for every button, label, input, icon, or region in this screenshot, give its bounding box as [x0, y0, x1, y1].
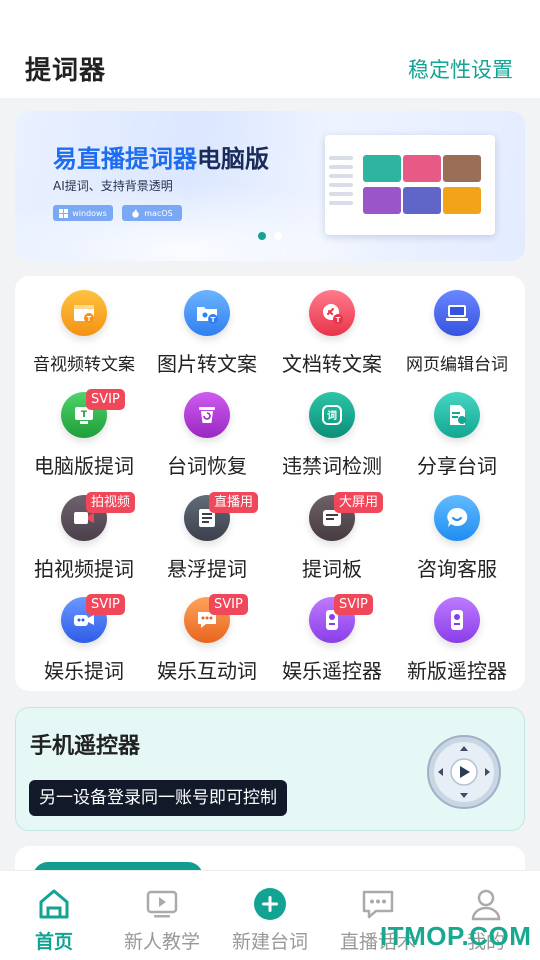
dpad-icon [427, 735, 501, 809]
tool-web-edit[interactable]: 网页编辑台词 [393, 276, 521, 376]
promo-banner[interactable]: 易直播提词器电脑版 AI提词、支持背景透明 windows macOS [15, 111, 525, 261]
carousel-dot[interactable] [274, 232, 282, 240]
tool-restore-lines[interactable]: 台词恢复 [143, 378, 271, 478]
tool-new-remote[interactable]: 新版遥控器 [393, 583, 521, 683]
add-icon [254, 888, 286, 920]
web-edit-icon [434, 290, 480, 336]
svg-text:词: 词 [327, 409, 337, 422]
svg-text:T: T [336, 316, 341, 324]
windows-tag: windows [53, 205, 113, 221]
tutorial-icon [146, 890, 178, 918]
tool-floating-prompter[interactable]: 直播用 悬浮提词 [143, 481, 271, 581]
tool-image-to-text[interactable]: T 图片转文案 [143, 276, 271, 376]
apple-icon [132, 208, 140, 218]
big-screen-badge: 大屏用 [334, 492, 384, 513]
record-video-badge: 拍视频 [86, 492, 136, 513]
chat-icon [362, 890, 394, 919]
new-remote-icon [434, 597, 480, 643]
banner-subtitle: AI提词、支持背景透明 [53, 179, 173, 193]
svg-text:T: T [211, 316, 216, 324]
remote-hint: 另一设备登录同一账号即可控制 [29, 780, 287, 816]
svip-badge: SVIP [86, 594, 125, 615]
user-icon [471, 889, 501, 921]
tool-fun-interaction[interactable]: SVIP 娱乐互动词 [143, 583, 271, 683]
document-to-text-icon: T [309, 290, 355, 336]
tool-fun-remote[interactable]: SVIP 娱乐遥控器 [268, 583, 396, 683]
carousel-dot[interactable] [258, 232, 266, 240]
tool-desktop-prompter[interactable]: T SVIP 电脑版提词 [20, 378, 148, 478]
svg-text:T: T [81, 410, 88, 420]
tool-share-lines[interactable]: 分享台词 [393, 378, 521, 478]
tab-home[interactable]: 首页 [0, 871, 108, 960]
tool-document-to-text[interactable]: T 文档转文案 [268, 276, 396, 376]
desktop-app-preview [325, 135, 495, 235]
macos-tag: macOS [122, 205, 182, 221]
tool-record-video[interactable]: 拍视频 拍视频提词 [20, 481, 148, 581]
video-to-text-icon: T [61, 290, 107, 336]
tool-fun-prompter[interactable]: SVIP 娱乐提词 [20, 583, 148, 683]
svip-badge: SVIP [334, 594, 373, 615]
customer-service-icon [434, 495, 480, 541]
restore-icon [184, 392, 230, 438]
tools-grid: T 音视频转文案 T 图片转文案 T 文档转文案 网页编辑台词 T SVIP 电… [15, 276, 525, 691]
live-badge: 直播用 [209, 492, 259, 513]
tool-customer-service[interactable]: 咨询客服 [393, 481, 521, 581]
svip-badge: SVIP [209, 594, 248, 615]
phone-remote-card[interactable]: 手机遥控器 另一设备登录同一账号即可控制 [15, 707, 525, 831]
image-to-text-icon: T [184, 290, 230, 336]
tool-banned-words[interactable]: 词 违禁词检测 [268, 378, 396, 478]
windows-icon [59, 208, 69, 218]
watermark: ITMOP.COM [380, 921, 532, 951]
tab-new-script[interactable]: 新建台词 [216, 871, 324, 960]
remote-title: 手机遥控器 [30, 734, 141, 759]
carousel-indicator[interactable] [258, 232, 282, 240]
tool-video-to-text[interactable]: T 音视频转文案 [20, 276, 148, 376]
top-bar: 提词器 稳定性设置 [0, 0, 540, 98]
svg-text:T: T [87, 315, 92, 323]
tool-prompter-board[interactable]: 大屏用 提词板 [268, 481, 396, 581]
banned-words-icon: 词 [309, 392, 355, 438]
home-icon [39, 889, 69, 919]
stability-settings-link[interactable]: 稳定性设置 [408, 54, 513, 84]
page-title: 提词器 [25, 56, 107, 86]
share-icon [434, 392, 480, 438]
banner-title: 易直播提词器电脑版 [53, 145, 269, 173]
tab-tutorial[interactable]: 新人教学 [108, 871, 216, 960]
svip-badge: SVIP [86, 389, 125, 410]
